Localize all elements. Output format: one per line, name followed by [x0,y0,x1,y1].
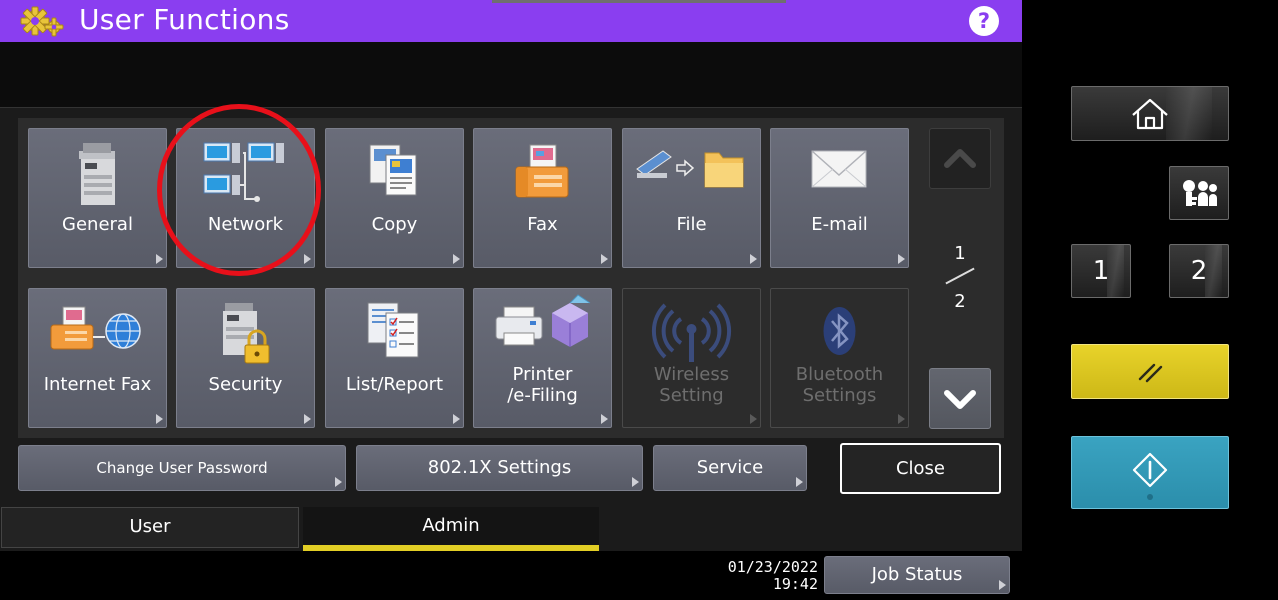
button-label: 802.1X Settings [427,457,572,478]
tile-wireless-setting: Wireless Setting [622,288,761,428]
tile-label: General [62,214,133,235]
envelope-icon [811,150,867,188]
internet-fax-icon [50,306,141,350]
home-icon [1132,98,1168,130]
tile-printer-efiling[interactable]: Printer /e-Filing [473,288,612,428]
tile-network[interactable]: Network [176,128,315,268]
reset-icon [1138,363,1163,383]
memory-key-2[interactable]: 2 [1169,244,1229,298]
copy-icon [369,144,417,196]
tile-fax[interactable]: Fax [473,128,612,268]
submenu-arrow-icon [304,254,311,264]
bluetooth-icon [823,307,856,355]
tile-label: Fax [527,214,558,235]
close-button[interactable]: Close [840,443,1001,494]
submenu-arrow-icon [898,414,905,424]
tile-label: Network [207,214,284,235]
message-area [0,42,1022,108]
copier-icon [79,143,115,205]
tile-label: Internet Fax [43,374,152,395]
key-label: 1 [1092,256,1110,286]
drag-handle[interactable] [492,0,786,3]
tab-user[interactable]: User [1,507,299,548]
submenu-arrow-icon [601,254,608,264]
scroll-down-button[interactable] [929,368,991,429]
tile-label-line2: Setting [659,385,724,406]
8021x-settings-button[interactable]: 802.1X Settings [356,445,643,491]
button-label: Job Status [871,564,963,585]
chevron-up-icon [944,149,976,168]
printer-box-icon [495,294,591,347]
tab-admin[interactable]: Admin [303,507,599,551]
tile-label-line1: Printer [512,364,573,385]
change-user-password-button[interactable]: Change User Password [18,445,346,491]
wireless-icon [651,303,732,362]
tile-label-line1: Bluetooth [795,364,884,385]
total-pages: 2 [954,291,966,312]
title-bar: User Functions ? [0,0,1022,42]
submenu-arrow-icon [601,414,608,424]
submenu-arrow-icon [632,477,639,487]
start-button[interactable] [1071,436,1229,509]
job-status-button[interactable]: Job Status [824,556,1010,594]
tile-label: List/Report [345,374,444,395]
network-icon [203,142,284,202]
tile-list-report[interactable]: List/Report [325,288,464,428]
file-folder-icon [636,150,744,188]
submenu-arrow-icon [796,477,803,487]
tile-label-line2: /e-Filing [507,385,578,406]
submenu-arrow-icon [304,414,311,424]
touch-screen: User Functions ? General Network Copy Fa… [0,0,1022,600]
page-title: User Functions [79,3,290,36]
time-text: 19:42 [772,575,818,593]
scroll-up-button [929,128,991,189]
submenu-arrow-icon [999,580,1006,590]
help-button[interactable]: ? [969,6,999,36]
tile-label-line2: Settings [802,385,877,406]
submenu-arrow-icon [750,414,757,424]
button-label: Service [696,457,764,478]
tile-copy[interactable]: Copy [325,128,464,268]
reset-button[interactable] [1071,344,1229,399]
tile-label: Copy [371,214,418,235]
tile-label: File [676,214,707,235]
user-info-button[interactable] [1169,166,1229,220]
submenu-arrow-icon [898,254,905,264]
key-label: 2 [1190,256,1208,286]
chevron-down-icon [944,390,976,409]
submenu-arrow-icon [453,254,460,264]
submenu-arrow-icon [156,414,163,424]
tile-email[interactable]: E-mail [770,128,909,268]
submenu-arrow-icon [750,254,757,264]
lock-copier-icon [223,303,270,364]
tile-bluetooth-settings: Bluetooth Settings [770,288,909,428]
user-info-icon [1183,180,1217,206]
tile-label: Security [208,374,283,395]
gears-icon [20,6,64,37]
date-time: 01/23/2022 19:42 [700,559,818,593]
tile-label: E-mail [811,214,868,235]
memory-key-1[interactable]: 1 [1071,244,1131,298]
submenu-arrow-icon [156,254,163,264]
date-text: 01/23/2022 [727,558,818,576]
submenu-arrow-icon [335,477,342,487]
report-icon [367,302,419,358]
fax-icon [515,144,569,198]
submenu-arrow-icon [453,414,460,424]
service-button[interactable]: Service [653,445,807,491]
start-icon [1132,452,1168,500]
tile-internet-fax[interactable]: Internet Fax [28,288,167,428]
home-button[interactable] [1071,86,1229,141]
tile-file[interactable]: File [622,128,761,268]
tile-general[interactable]: General [28,128,167,268]
tile-security[interactable]: Security [176,288,315,428]
button-label: Change User Password [96,459,268,477]
tile-label-line1: Wireless [653,364,730,385]
current-page: 1 [954,243,966,264]
